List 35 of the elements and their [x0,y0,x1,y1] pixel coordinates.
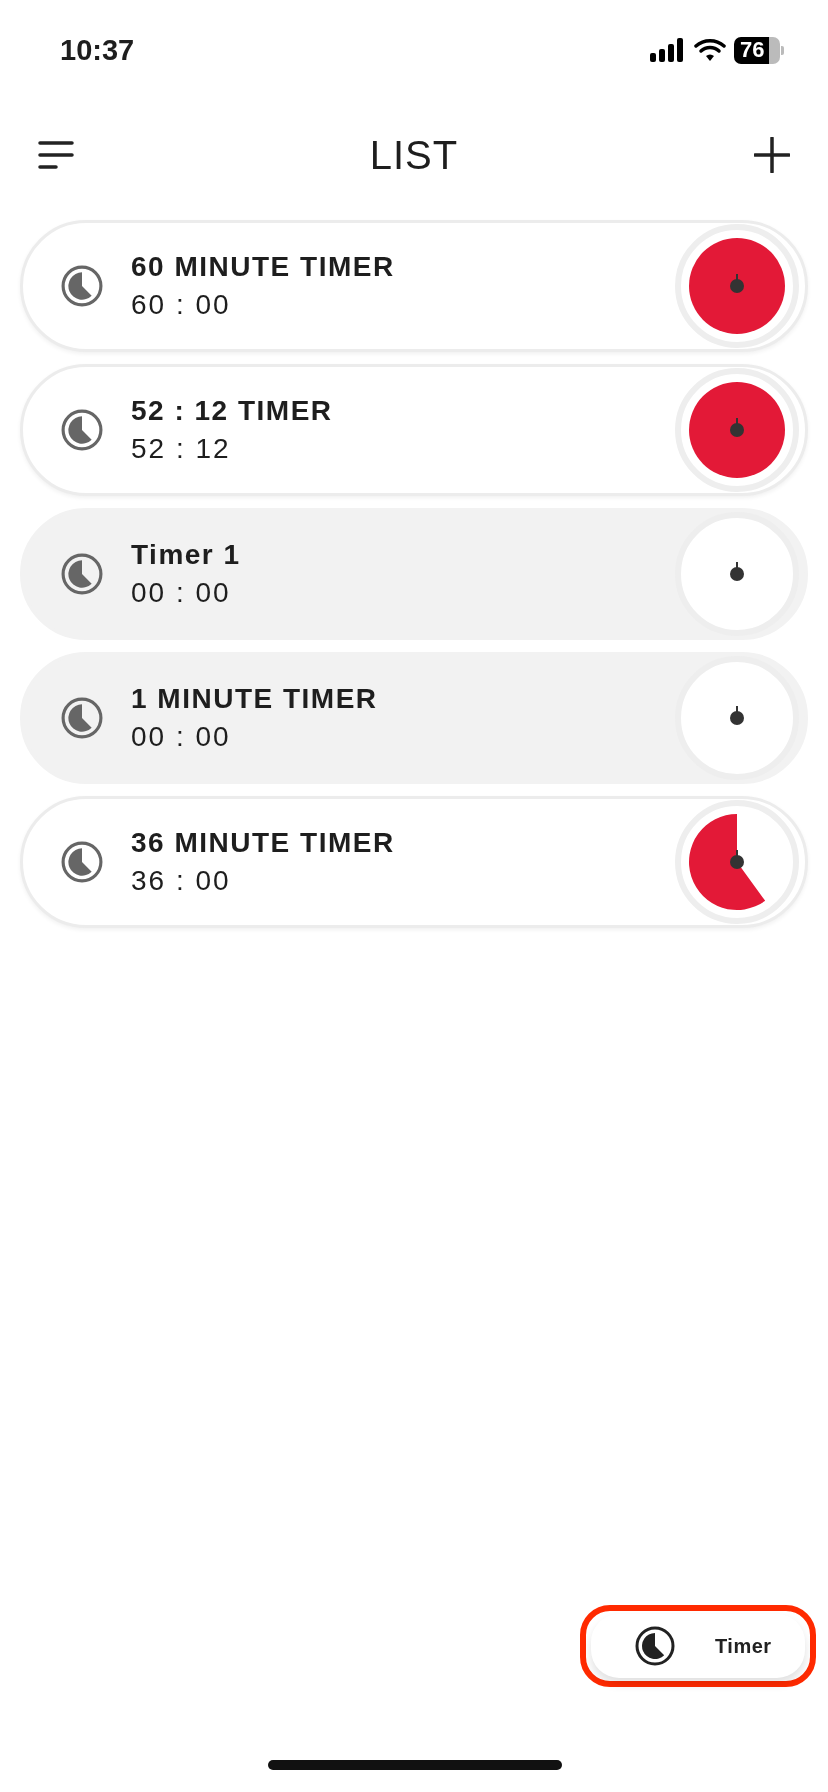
timer-button[interactable]: Timer [591,1614,805,1678]
add-icon[interactable] [752,135,792,175]
clock-icon [635,1626,675,1666]
timer-row[interactable]: 60 MINUTE TIMER 60 : 00 [20,220,808,352]
timer-name: 60 MINUTE TIMER [131,251,396,283]
timer-duration: 36 : 00 [131,865,232,897]
timer-duration: 60 : 00 [131,289,232,321]
timer-name: 36 MINUTE TIMER [131,827,396,859]
dial-knob-icon [730,417,744,437]
clock-icon [61,409,103,451]
timer-name: 52 : 12 TIMER [131,395,334,427]
clock-icon [61,553,103,595]
page-title: LIST [369,132,459,178]
timer-row[interactable]: 52 : 12 TIMER 52 : 12 [20,364,808,496]
timer-row[interactable]: 36 MINUTE TIMER 36 : 00 [20,796,808,928]
timer-dial[interactable] [675,800,799,924]
timer-duration: 00 : 00 [131,577,232,609]
dial-knob-icon [730,849,744,869]
timer-dial[interactable] [675,224,799,348]
dial-knob-icon [730,705,744,725]
timer-name: 1 MINUTE TIMER [131,683,379,715]
timer-duration: 00 : 00 [131,721,232,753]
clock-icon [61,697,103,739]
dial-knob-icon [730,273,744,293]
wifi-icon [694,38,726,62]
dial-knob-icon [730,561,744,581]
clock-icon [61,265,103,307]
status-time: 10:37 [60,33,135,67]
timer-name: Timer 1 [131,539,242,571]
timer-duration: 52 : 12 [131,433,232,465]
signal-icon [650,38,686,62]
timer-row[interactable]: 1 MINUTE TIMER 00 : 00 [20,652,808,784]
clock-icon [61,841,103,883]
timer-dial[interactable] [675,368,799,492]
timer-row[interactable]: Timer 1 00 : 00 [20,508,808,640]
